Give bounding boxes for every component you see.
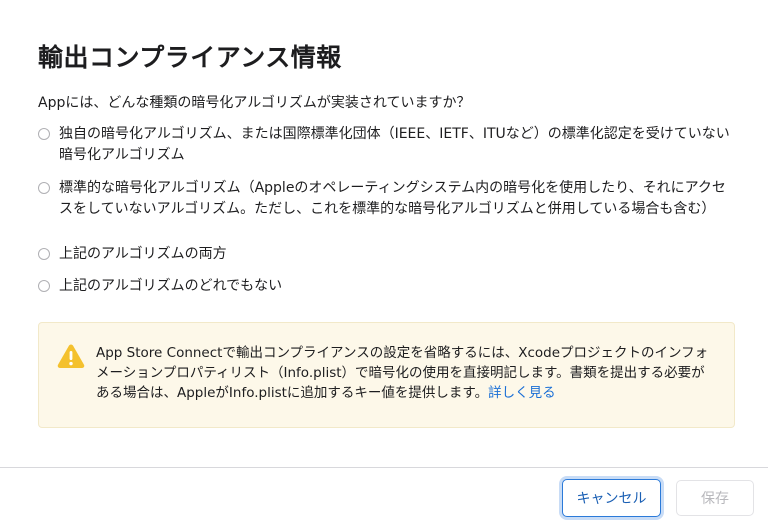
- radio-button[interactable]: [38, 280, 50, 292]
- option-proprietary-encryption[interactable]: 独自の暗号化アルゴリズム、または国際標準化団体（IEEE、IETF、ITUなど）…: [38, 124, 738, 178]
- export-compliance-dialog: 輸出コンプライアンス情報 Appには、どんな種類の暗号化アルゴリズムが実装されて…: [0, 0, 768, 528]
- option-label: 標準的な暗号化アルゴリズム（Appleのオペレーティングシステム内の暗号化を使用…: [59, 180, 726, 217]
- option-neither-algorithm[interactable]: 上記のアルゴリズムのどれでもない: [38, 276, 738, 308]
- notice-text: App Store Connectで輸出コンプライアンスの設定を省略するには、X…: [96, 343, 718, 403]
- learn-more-link[interactable]: 詳しく見る: [488, 385, 556, 401]
- notice-body: App Store Connectで輸出コンプライアンスの設定を省略するには、X…: [96, 345, 709, 401]
- save-button[interactable]: 保存: [676, 480, 754, 516]
- radio-button[interactable]: [38, 128, 50, 140]
- encryption-options: 独自の暗号化アルゴリズム、または国際標準化団体（IEEE、IETF、ITUなど）…: [38, 124, 738, 308]
- radio-button[interactable]: [38, 182, 50, 194]
- option-label: 独自の暗号化アルゴリズム、または国際標準化団体（IEEE、IETF、ITUなど）…: [59, 126, 730, 163]
- cancel-button[interactable]: キャンセル: [562, 479, 661, 517]
- encryption-question: Appには、どんな種類の暗号化アルゴリズムが実装されていますか？: [38, 95, 471, 111]
- footer-divider: [0, 467, 768, 468]
- option-label: 上記のアルゴリズムのどれでもない: [59, 278, 283, 294]
- option-label: 上記のアルゴリズムの両方: [59, 246, 227, 262]
- info-plist-notice: App Store Connectで輸出コンプライアンスの設定を省略するには、X…: [38, 322, 735, 428]
- option-both-algorithms[interactable]: 上記のアルゴリズムの両方: [38, 244, 738, 276]
- warning-icon: [57, 344, 85, 368]
- radio-button[interactable]: [38, 248, 50, 260]
- dialog-title: 輸出コンプライアンス情報: [38, 43, 342, 72]
- option-standard-encryption[interactable]: 標準的な暗号化アルゴリズム（Appleのオペレーティングシステム内の暗号化を使用…: [38, 178, 738, 244]
